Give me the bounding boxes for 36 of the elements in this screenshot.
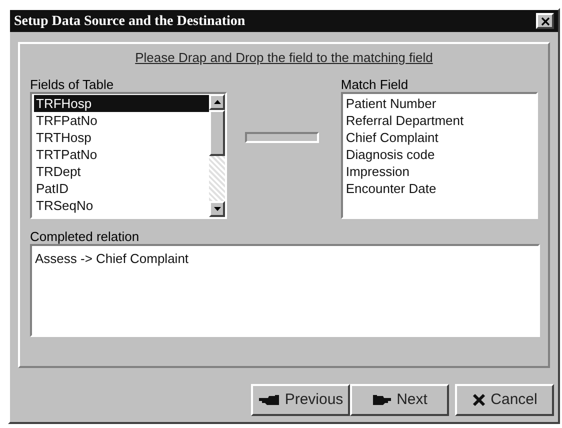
- list-item[interactable]: Impression: [346, 162, 536, 180]
- list-item[interactable]: TRFHosp: [34, 94, 210, 112]
- list-item[interactable]: TRFPatNo: [34, 112, 210, 128]
- list-label: Fields of Table: [30, 78, 115, 92]
- list-item[interactable]: Referral Department: [346, 112, 536, 128]
- close-icon: [472, 393, 486, 407]
- dialog-button[interactable]: Previous: [251, 384, 350, 416]
- close-icon: [540, 16, 550, 26]
- list-item[interactable]: PatID: [34, 180, 210, 196]
- relations-list[interactable]: Assess -> Chief Complaint: [30, 244, 540, 336]
- dialog-button[interactable]: Next: [350, 384, 449, 416]
- list-item[interactable]: TRSeqNo: [34, 196, 210, 214]
- match-list[interactable]: Patient Number Referral Department Chief Complaint Diagnosis code Impression Encounter Date: [340, 92, 538, 218]
- close-button[interactable]: [536, 13, 554, 29]
- up-arrow-icon: [214, 100, 221, 104]
- list-item[interactable]: Encounter Date: [346, 180, 536, 196]
- list-item[interactable]: TRDept: [34, 162, 210, 180]
- list-label: Match Field: [340, 78, 410, 92]
- scroll-down-button[interactable]: [209, 200, 226, 216]
- list-item[interactable]: Diagnosis code: [346, 146, 536, 162]
- list-item[interactable]: Patient Number: [346, 94, 536, 112]
- down-arrow-icon: [214, 206, 221, 210]
- instruction-text: Please Drap and Drop the field to the matching field: [135, 49, 433, 67]
- list-item[interactable]: Assess -> Chief Complaint: [35, 250, 538, 266]
- pointing-hand-icon: [258, 394, 280, 406]
- list-label: Completed relation: [30, 230, 140, 244]
- list-item[interactable]: TRTHosp: [34, 128, 210, 146]
- scroll-thumb[interactable]: [209, 110, 226, 156]
- window-title: Setup Data Source and the Destination: [14, 12, 246, 30]
- scroll-bar[interactable]: [209, 94, 226, 216]
- list-item[interactable]: TRTPatNo: [34, 146, 210, 162]
- fields-list[interactable]: TRFHosp TRFPatNo TRTHosp TRTPatNo TRDept PatID TRSeqNo: [30, 92, 228, 218]
- list-item[interactable]: Chief Complaint: [346, 128, 536, 146]
- pointing-hand-icon: [372, 394, 392, 406]
- dialog-button[interactable]: Cancel: [455, 384, 554, 416]
- scroll-up-button[interactable]: [209, 94, 226, 110]
